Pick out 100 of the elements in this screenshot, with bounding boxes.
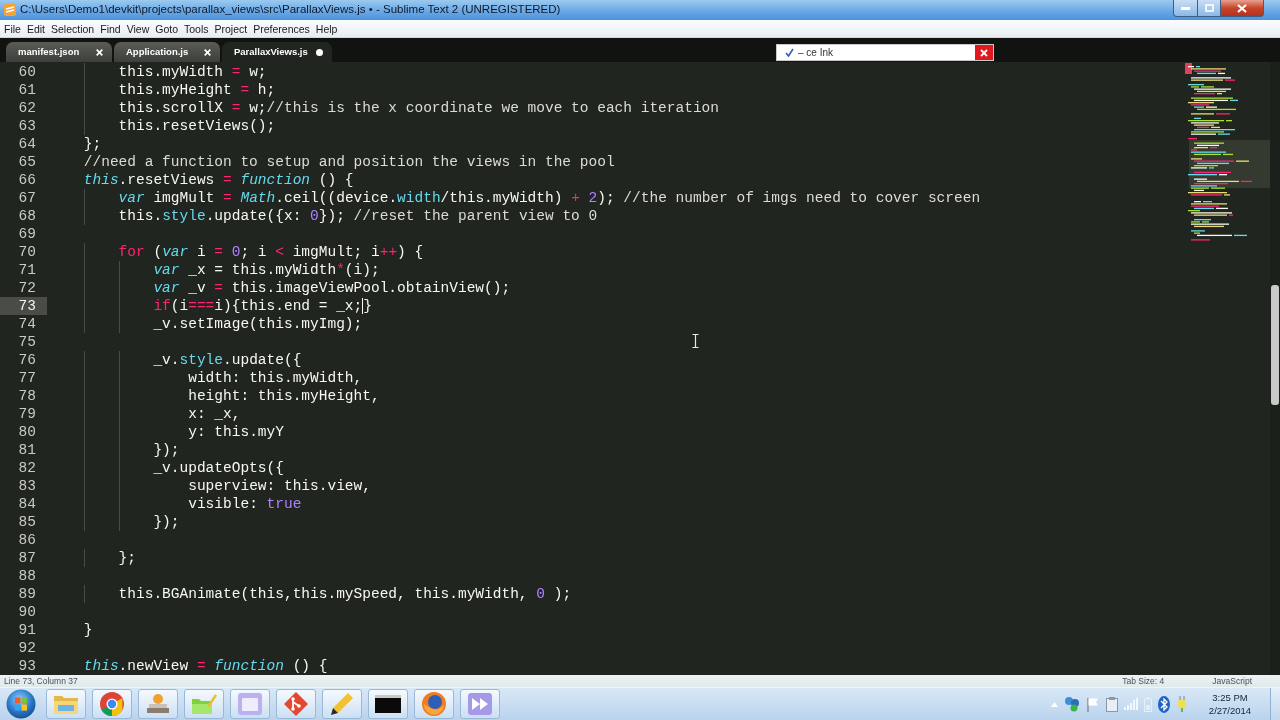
code-line: y: this.myY: [188, 423, 284, 441]
line-number: 60: [17, 63, 37, 81]
window-title: C:\Users\Demo1\devkit\projects\parallax_views\src\ParallaxViews.js • - Sublime Text 2 (UNREGISTERED): [20, 2, 561, 18]
code-line: }: [363, 297, 372, 315]
line-number: 69: [17, 225, 37, 243]
line-number: 81: [17, 441, 37, 459]
line-number: 79: [17, 405, 37, 423]
close-icon: [980, 48, 988, 57]
menu-item[interactable]: Preferences: [250, 20, 313, 37]
code-line: });: [153, 441, 180, 459]
i-beam-pointer-icon: [692, 334, 699, 348]
line-number: 90: [17, 603, 37, 621]
code-line: this.resetViews();: [118, 117, 276, 135]
cursor-position: Line 73, Column 37: [4, 674, 78, 688]
globe-icon: [422, 692, 446, 716]
code-line: }: [83, 621, 93, 639]
line-number: 84: [17, 495, 37, 513]
code-line: this.BGAnimate(this,this.mySpeed, this.myWidth, 0 );: [118, 585, 572, 603]
line-number: 87: [17, 549, 37, 567]
ring-icon: [100, 692, 124, 716]
line-number: 74: [17, 315, 37, 333]
line-number: 80: [17, 423, 37, 441]
maximize-button[interactable]: [1198, 0, 1221, 17]
plug-icon[interactable]: [1176, 696, 1188, 712]
menu-item[interactable]: File: [1, 20, 24, 37]
menu-item[interactable]: Edit: [23, 20, 48, 37]
line-number: 72: [17, 279, 37, 297]
line-number: 89: [17, 585, 37, 603]
orb-icon: [6, 689, 36, 719]
folder-pen-icon: [191, 693, 217, 715]
line-number: 88: [17, 567, 37, 585]
close-button[interactable]: [1221, 0, 1264, 17]
stack-icon: [146, 693, 170, 715]
window-icon: [238, 693, 262, 715]
code-line: height: this.myHeight,: [188, 387, 380, 405]
line-number: 63: [17, 117, 37, 135]
line-number: 73: [0, 297, 47, 315]
tab-size-label[interactable]: Tab Size: 4: [1122, 674, 1165, 688]
code-line: var _x = this.myWidth*(i);: [153, 261, 380, 279]
clipboard-icon[interactable]: [1106, 696, 1118, 712]
text-cursor-icon: [362, 298, 364, 314]
pencil-icon: [330, 692, 354, 716]
clock-date: 2/27/2014: [1208, 704, 1252, 717]
code-line: for (var i = 0; i < imgMult; i++) {: [118, 243, 424, 261]
syntax-label[interactable]: JavaScript: [1212, 674, 1252, 688]
folder-icon: [53, 693, 79, 715]
taskbar-button[interactable]: [368, 689, 408, 719]
code-line: this.style.update({x: 0}); //reset the parent view to 0: [118, 207, 598, 225]
maximize-icon: [1204, 4, 1214, 12]
menu-item[interactable]: Goto: [152, 20, 181, 37]
code-line: var _v = this.imageViewPool.obtainView();: [153, 279, 511, 297]
line-number: 91: [17, 621, 37, 639]
code-line: width: this.myWidth,: [188, 369, 363, 387]
notification-text: – ce Ink: [798, 46, 835, 60]
code-line: this.myWidth = w;: [118, 63, 267, 81]
close-icon[interactable]: [96, 48, 103, 56]
menu-item[interactable]: Help: [312, 20, 341, 37]
code-line: _v.setImage(this.myImg);: [153, 315, 363, 333]
line-number: 85: [17, 513, 37, 531]
menu-item[interactable]: Project: [211, 20, 251, 37]
editor-tab[interactable]: Application.js: [114, 42, 220, 62]
line-number: 83: [17, 477, 37, 495]
code-line: _v.style.update({: [153, 351, 302, 369]
line-number: 93: [17, 657, 37, 675]
clock-time: 3:25 PM: [1212, 691, 1248, 704]
code-line: this.newView = function () {: [83, 657, 328, 675]
fast-forward-icon: [468, 693, 492, 715]
bluetooth-icon[interactable]: [1158, 695, 1170, 713]
code-line: };: [83, 135, 102, 153]
code-line: x: _x,: [188, 405, 241, 423]
check-icon: [785, 48, 794, 57]
line-number: 68: [17, 207, 37, 225]
line-number: 92: [17, 639, 37, 657]
minimize-icon: [1181, 6, 1190, 10]
indent-guides: [83, 585, 85, 603]
indent-guides: [83, 549, 85, 567]
code-line: };: [118, 549, 136, 567]
editor-tab[interactable]: ParallaxViews.js: [222, 42, 332, 62]
network-icon[interactable]: [1064, 696, 1080, 712]
code-line: });: [153, 513, 180, 531]
menu-item[interactable]: Find: [97, 20, 124, 37]
flag-icon[interactable]: [1086, 696, 1100, 712]
line-number: 70: [17, 243, 37, 261]
close-button[interactable]: [975, 45, 993, 60]
close-icon: [1237, 3, 1247, 13]
menu-item[interactable]: Selection: [48, 20, 98, 37]
code-line: var imgMult = Math.ceil((device.width/this.myWidth) + 2); //the number of imgs need to cover screen: [118, 189, 981, 207]
line-number: 66: [17, 171, 37, 189]
editor-tab[interactable]: manifest.json: [6, 42, 112, 62]
minimize-button[interactable]: [1173, 0, 1198, 17]
menu-item[interactable]: View: [123, 20, 153, 37]
code-line: this.myHeight = h;: [118, 81, 276, 99]
menu-item[interactable]: Tools: [181, 20, 212, 37]
terminal-icon: [375, 695, 401, 713]
close-icon[interactable]: [204, 48, 211, 56]
scrollbar-thumb[interactable]: [1271, 285, 1279, 405]
line-number: 67: [17, 189, 37, 207]
code-line: this.scrollX = w;//this is the x coordinate we move to each iteration: [118, 99, 720, 117]
line-number: 62: [17, 99, 37, 117]
code-line: if(i===i){this.end = _x;: [153, 297, 363, 315]
